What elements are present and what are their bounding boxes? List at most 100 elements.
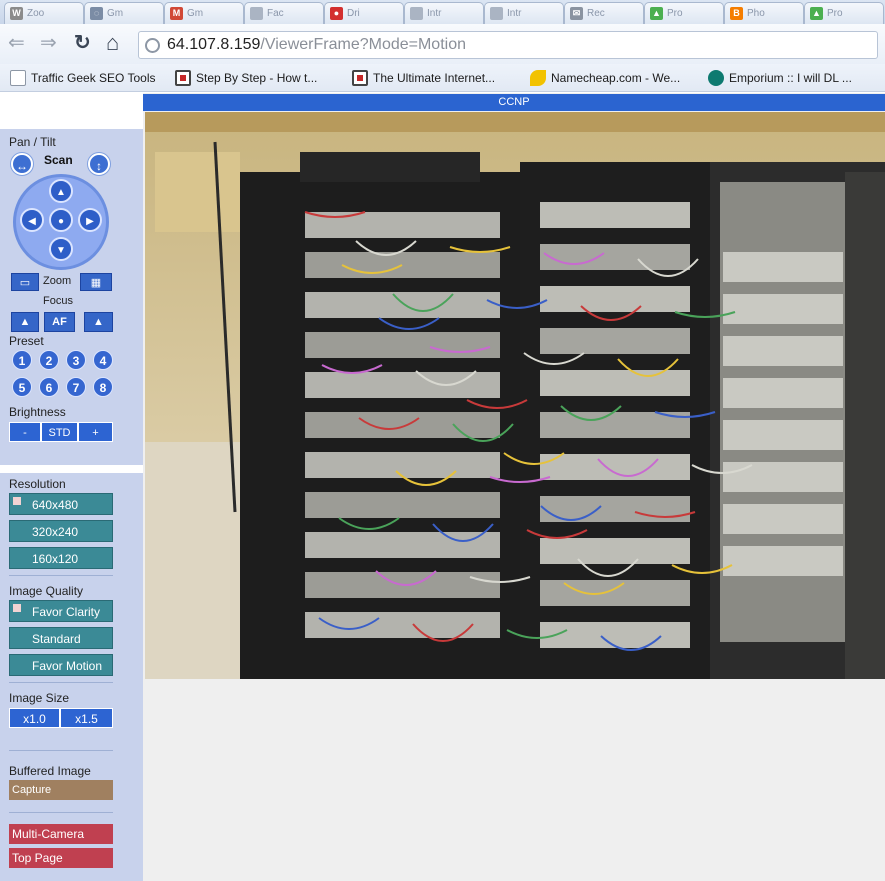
red-circle-icon: ● <box>330 7 343 20</box>
bookmark-item[interactable]: Emporium :: I will DL ... <box>708 70 852 86</box>
preset-label: Preset <box>9 334 44 348</box>
resolution-320-button[interactable]: 320x240 <box>9 520 113 542</box>
resolution-160-button[interactable]: 160x120 <box>9 547 113 569</box>
quality-motion-button[interactable]: Favor Motion <box>9 654 113 676</box>
tilt-down-button[interactable]: ▼ <box>49 237 73 261</box>
image-size-label: Image Size <box>9 691 70 705</box>
router-unit <box>305 252 500 278</box>
router-unit <box>723 504 843 534</box>
browser-tab[interactable]: Fac <box>244 2 324 24</box>
router-unit <box>305 452 500 478</box>
top-page-button[interactable]: Top Page <box>9 848 113 868</box>
router-unit <box>305 412 500 438</box>
router-unit <box>723 462 843 492</box>
tab-label: Gm <box>107 8 124 19</box>
mail-icon: ✉ <box>570 7 583 20</box>
home-icon[interactable]: ⌂ <box>106 32 119 54</box>
reload-icon[interactable]: ↻ <box>74 32 91 54</box>
browser-tab[interactable]: Intr <box>484 2 564 24</box>
preset-button-7[interactable]: 7 <box>66 377 86 397</box>
size-x15-button[interactable]: x1.5 <box>60 708 113 728</box>
red-square-icon <box>352 70 368 86</box>
pan-right-button[interactable]: ▶ <box>78 208 102 232</box>
zoom-in-button[interactable]: ▦ <box>80 273 112 291</box>
capture-button[interactable]: Capture <box>9 780 113 800</box>
w-icon: W <box>10 7 23 20</box>
url-path: /ViewerFrame?Mode=Motion <box>260 36 466 53</box>
divider <box>9 750 113 751</box>
address-bar[interactable]: 64.107.8.159/ViewerFrame?Mode=Motion <box>138 31 878 59</box>
back-arrow-icon[interactable]: ⇐ <box>8 32 25 54</box>
bookmark-label: Traffic Geek SEO Tools <box>31 71 156 85</box>
quality-motion-label: Favor Motion <box>32 659 103 673</box>
home-position-button[interactable]: ● <box>49 208 73 232</box>
brightness-std-button[interactable]: STD <box>41 422 78 442</box>
preset-button-6[interactable]: 6 <box>39 377 59 397</box>
quality-clarity-button[interactable]: Favor Clarity <box>9 600 113 622</box>
preset-button-2[interactable]: 2 <box>39 350 59 370</box>
horizontal-scan-button[interactable]: ↔ <box>11 153 33 175</box>
router-unit <box>540 454 690 480</box>
vertical-scan-button[interactable]: ↕ <box>88 153 110 175</box>
tab-label: Gm <box>187 8 204 19</box>
camera-title-bar: CCNP <box>143 94 885 111</box>
tab-label: Pro <box>827 8 843 19</box>
bookmark-item[interactable]: Namecheap.com - We... <box>530 70 680 86</box>
bookmarks-bar: Traffic Geek SEO Tools Step By Step - How… <box>0 64 885 92</box>
preset-button-4[interactable]: 4 <box>93 350 113 370</box>
autofocus-button[interactable]: AF <box>44 312 75 332</box>
url-host: 64.107.8.159 <box>167 36 261 53</box>
focus-near-button[interactable]: ▲ <box>11 312 39 332</box>
tilt-up-button[interactable]: ▲ <box>49 179 73 203</box>
focus-far-button[interactable]: ▲ <box>84 312 113 332</box>
tab-label: Zoo <box>27 8 45 19</box>
browser-tab[interactable]: W Zoo <box>4 2 84 24</box>
bookmark-item[interactable]: The Ultimate Internet... <box>352 70 495 86</box>
resolution-160-label: 160x120 <box>32 552 79 566</box>
browser-tab[interactable]: ◌ Gm <box>84 2 164 24</box>
browser-tab[interactable]: ● Dri <box>324 2 404 24</box>
selected-marker <box>13 604 21 612</box>
globe-icon: ◌ <box>90 7 103 20</box>
router-unit <box>540 622 690 648</box>
quality-standard-button[interactable]: Standard <box>9 627 113 649</box>
bookmark-label: The Ultimate Internet... <box>373 71 496 85</box>
brightness-minus-button[interactable]: - <box>9 422 41 442</box>
preset-button-8[interactable]: 8 <box>93 377 113 397</box>
browser-tab[interactable]: ▲ Pro <box>804 2 884 24</box>
pan-tilt-label: Pan / Tilt <box>9 135 56 149</box>
preset-button-1[interactable]: 1 <box>12 350 32 370</box>
bookmark-item[interactable]: Traffic Geek SEO Tools <box>10 70 156 86</box>
browser-tab[interactable]: B Pho <box>724 2 804 24</box>
router-unit <box>540 328 690 354</box>
blogger-icon: B <box>730 7 743 20</box>
browser-tab[interactable]: M Gm <box>164 2 244 24</box>
tab-label: Intr <box>507 8 522 19</box>
forward-arrow-icon[interactable]: ⇒ <box>40 32 57 54</box>
browser-tab[interactable]: Intr <box>404 2 484 24</box>
preset-button-5[interactable]: 5 <box>12 377 32 397</box>
router-unit <box>540 538 690 564</box>
tab-label: Dri <box>347 8 360 19</box>
router-unit <box>540 580 690 606</box>
brightness-plus-button[interactable]: + <box>78 422 113 442</box>
pan-left-button[interactable]: ◀ <box>20 208 44 232</box>
router-unit <box>723 294 843 324</box>
browser-tab[interactable]: ✉ Rec <box>564 2 644 24</box>
size-x1-button[interactable]: x1.0 <box>9 708 60 728</box>
focus-label: Focus <box>43 295 73 307</box>
zoom-label: Zoom <box>43 275 72 287</box>
zoom-out-button[interactable]: ▭ <box>11 273 39 291</box>
multi-camera-button[interactable]: Multi-Camera <box>9 824 113 844</box>
page-icon <box>250 7 263 20</box>
preset-button-3[interactable]: 3 <box>66 350 86 370</box>
brightness-label: Brightness <box>9 405 66 419</box>
pan-tilt-pad: ▲ ◀ ● ▶ ▼ <box>13 174 109 270</box>
resolution-640-button[interactable]: 640x480 <box>9 493 113 515</box>
camera-feed-image <box>145 112 885 679</box>
quality-standard-label: Standard <box>32 632 81 646</box>
browser-tab[interactable]: ▲ Pro <box>644 2 724 24</box>
bookmark-item[interactable]: Step By Step - How t... <box>175 70 317 86</box>
tab-label: Pro <box>667 8 683 19</box>
router-unit <box>540 370 690 396</box>
